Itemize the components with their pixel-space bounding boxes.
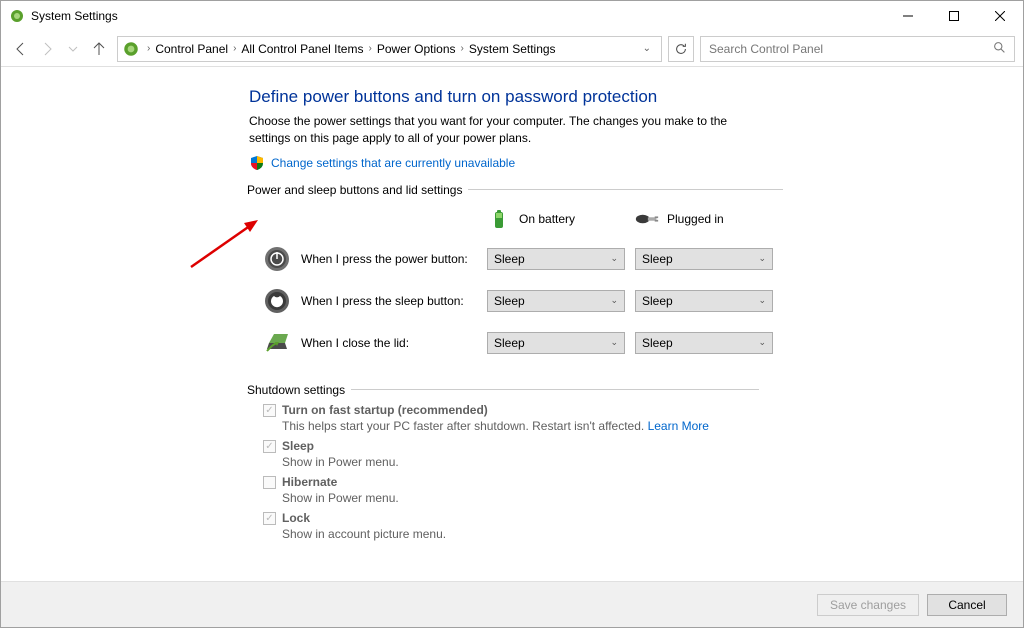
breadcrumb-power-options[interactable]: Power Options — [375, 42, 458, 56]
fast-startup-label: Turn on fast startup (recommended) — [282, 403, 488, 417]
breadcrumb-control-panel[interactable]: Control Panel — [153, 42, 230, 56]
sleep-checkbox[interactable] — [263, 440, 276, 453]
chevron-down-icon: ⌄ — [758, 253, 766, 264]
chevron-right-icon: › — [144, 43, 153, 54]
hibernate-label: Hibernate — [282, 475, 337, 489]
plug-icon — [635, 212, 659, 226]
lid-plugged-combo[interactable]: Sleep⌄ — [635, 332, 773, 354]
refresh-button[interactable] — [668, 36, 694, 62]
up-button[interactable] — [87, 37, 111, 61]
chevron-down-icon: ⌄ — [610, 295, 618, 306]
learn-more-link[interactable]: Learn More — [648, 419, 709, 433]
forward-button[interactable] — [35, 37, 59, 61]
app-icon — [9, 8, 25, 24]
navbar: › Control Panel › All Control Panel Item… — [1, 31, 1023, 67]
cancel-button[interactable]: Cancel — [927, 594, 1007, 616]
sleep-button-icon — [263, 287, 291, 315]
window-title: System Settings — [31, 9, 118, 23]
fieldset-legend-1: Power and sleep buttons and lid settings — [247, 183, 468, 197]
power-sleep-fieldset: Power and sleep buttons and lid settings… — [249, 183, 783, 371]
row-power-label: When I press the power button: — [301, 252, 487, 266]
chevron-down-icon: ⌄ — [758, 337, 766, 348]
col-battery-label: On battery — [519, 212, 575, 226]
col-header-battery: On battery — [487, 207, 635, 231]
fast-startup-row: Turn on fast startup (recommended) — [263, 403, 759, 417]
window-controls — [885, 1, 1023, 31]
row-sleep-label: When I press the sleep button: — [301, 294, 487, 308]
sleep-label: Sleep — [282, 439, 314, 453]
search-box[interactable] — [700, 36, 1015, 62]
row-sleep-button: When I press the sleep button: Sleep⌄ Sl… — [249, 287, 783, 315]
location-icon — [122, 40, 140, 58]
address-dropdown-icon[interactable]: ⌄ — [637, 43, 657, 54]
fieldset-legend-2: Shutdown settings — [247, 383, 351, 397]
sleep-desc: Show in Power menu. — [282, 455, 759, 469]
hibernate-checkbox[interactable] — [263, 476, 276, 489]
titlebar: System Settings — [1, 1, 1023, 31]
search-input[interactable] — [709, 42, 993, 56]
breadcrumb-all-items[interactable]: All Control Panel Items — [239, 42, 365, 56]
col-header-plugged: Plugged in — [635, 207, 783, 231]
lock-label: Lock — [282, 511, 310, 525]
battery-icon — [487, 207, 511, 231]
shield-icon — [249, 155, 265, 171]
fast-startup-checkbox[interactable] — [263, 404, 276, 417]
recent-dropdown[interactable] — [61, 37, 85, 61]
change-settings-link[interactable]: Change settings that are currently unava… — [271, 156, 515, 170]
row-lid-label: When I close the lid: — [301, 336, 487, 350]
power-button-icon — [263, 245, 291, 273]
lid-battery-combo[interactable]: Sleep⌄ — [487, 332, 625, 354]
sleep-plugged-combo[interactable]: Sleep⌄ — [635, 290, 773, 312]
content-area: Define power buttons and turn on passwor… — [1, 67, 1023, 581]
search-icon — [993, 41, 1006, 57]
chevron-right-icon: › — [230, 43, 239, 54]
address-bar[interactable]: › Control Panel › All Control Panel Item… — [117, 36, 662, 62]
fast-startup-desc: This helps start your PC faster after sh… — [282, 419, 759, 433]
shutdown-fieldset: Shutdown settings Turn on fast startup (… — [249, 383, 759, 547]
lock-row: Lock — [263, 511, 759, 525]
row-power-button: When I press the power button: Sleep⌄ Sl… — [249, 245, 783, 273]
lock-checkbox[interactable] — [263, 512, 276, 525]
chevron-down-icon: ⌄ — [758, 295, 766, 306]
maximize-button[interactable] — [931, 1, 977, 31]
change-settings-link-row: Change settings that are currently unava… — [249, 155, 759, 171]
minimize-button[interactable] — [885, 1, 931, 31]
power-battery-combo[interactable]: Sleep⌄ — [487, 248, 625, 270]
window: System Settings › Control Panel › All Co… — [0, 0, 1024, 628]
hibernate-row: Hibernate — [263, 475, 759, 489]
save-button[interactable]: Save changes — [817, 594, 919, 616]
power-plugged-combo[interactable]: Sleep⌄ — [635, 248, 773, 270]
footer: Save changes Cancel — [1, 581, 1023, 627]
hibernate-desc: Show in Power menu. — [282, 491, 759, 505]
col-plugged-label: Plugged in — [667, 212, 724, 226]
chevron-right-icon: › — [365, 43, 374, 54]
page-title: Define power buttons and turn on passwor… — [249, 87, 759, 107]
sleep-row: Sleep — [263, 439, 759, 453]
chevron-down-icon: ⌄ — [610, 253, 618, 264]
back-button[interactable] — [9, 37, 33, 61]
sleep-battery-combo[interactable]: Sleep⌄ — [487, 290, 625, 312]
close-button[interactable] — [977, 1, 1023, 31]
chevron-right-icon: › — [458, 43, 467, 54]
chevron-down-icon: ⌄ — [610, 337, 618, 348]
row-lid: When I close the lid: Sleep⌄ Sleep⌄ — [249, 329, 783, 357]
lock-desc: Show in account picture menu. — [282, 527, 759, 541]
page-description: Choose the power settings that you want … — [249, 113, 759, 147]
lid-icon — [263, 329, 291, 357]
breadcrumb-system-settings[interactable]: System Settings — [467, 42, 558, 56]
